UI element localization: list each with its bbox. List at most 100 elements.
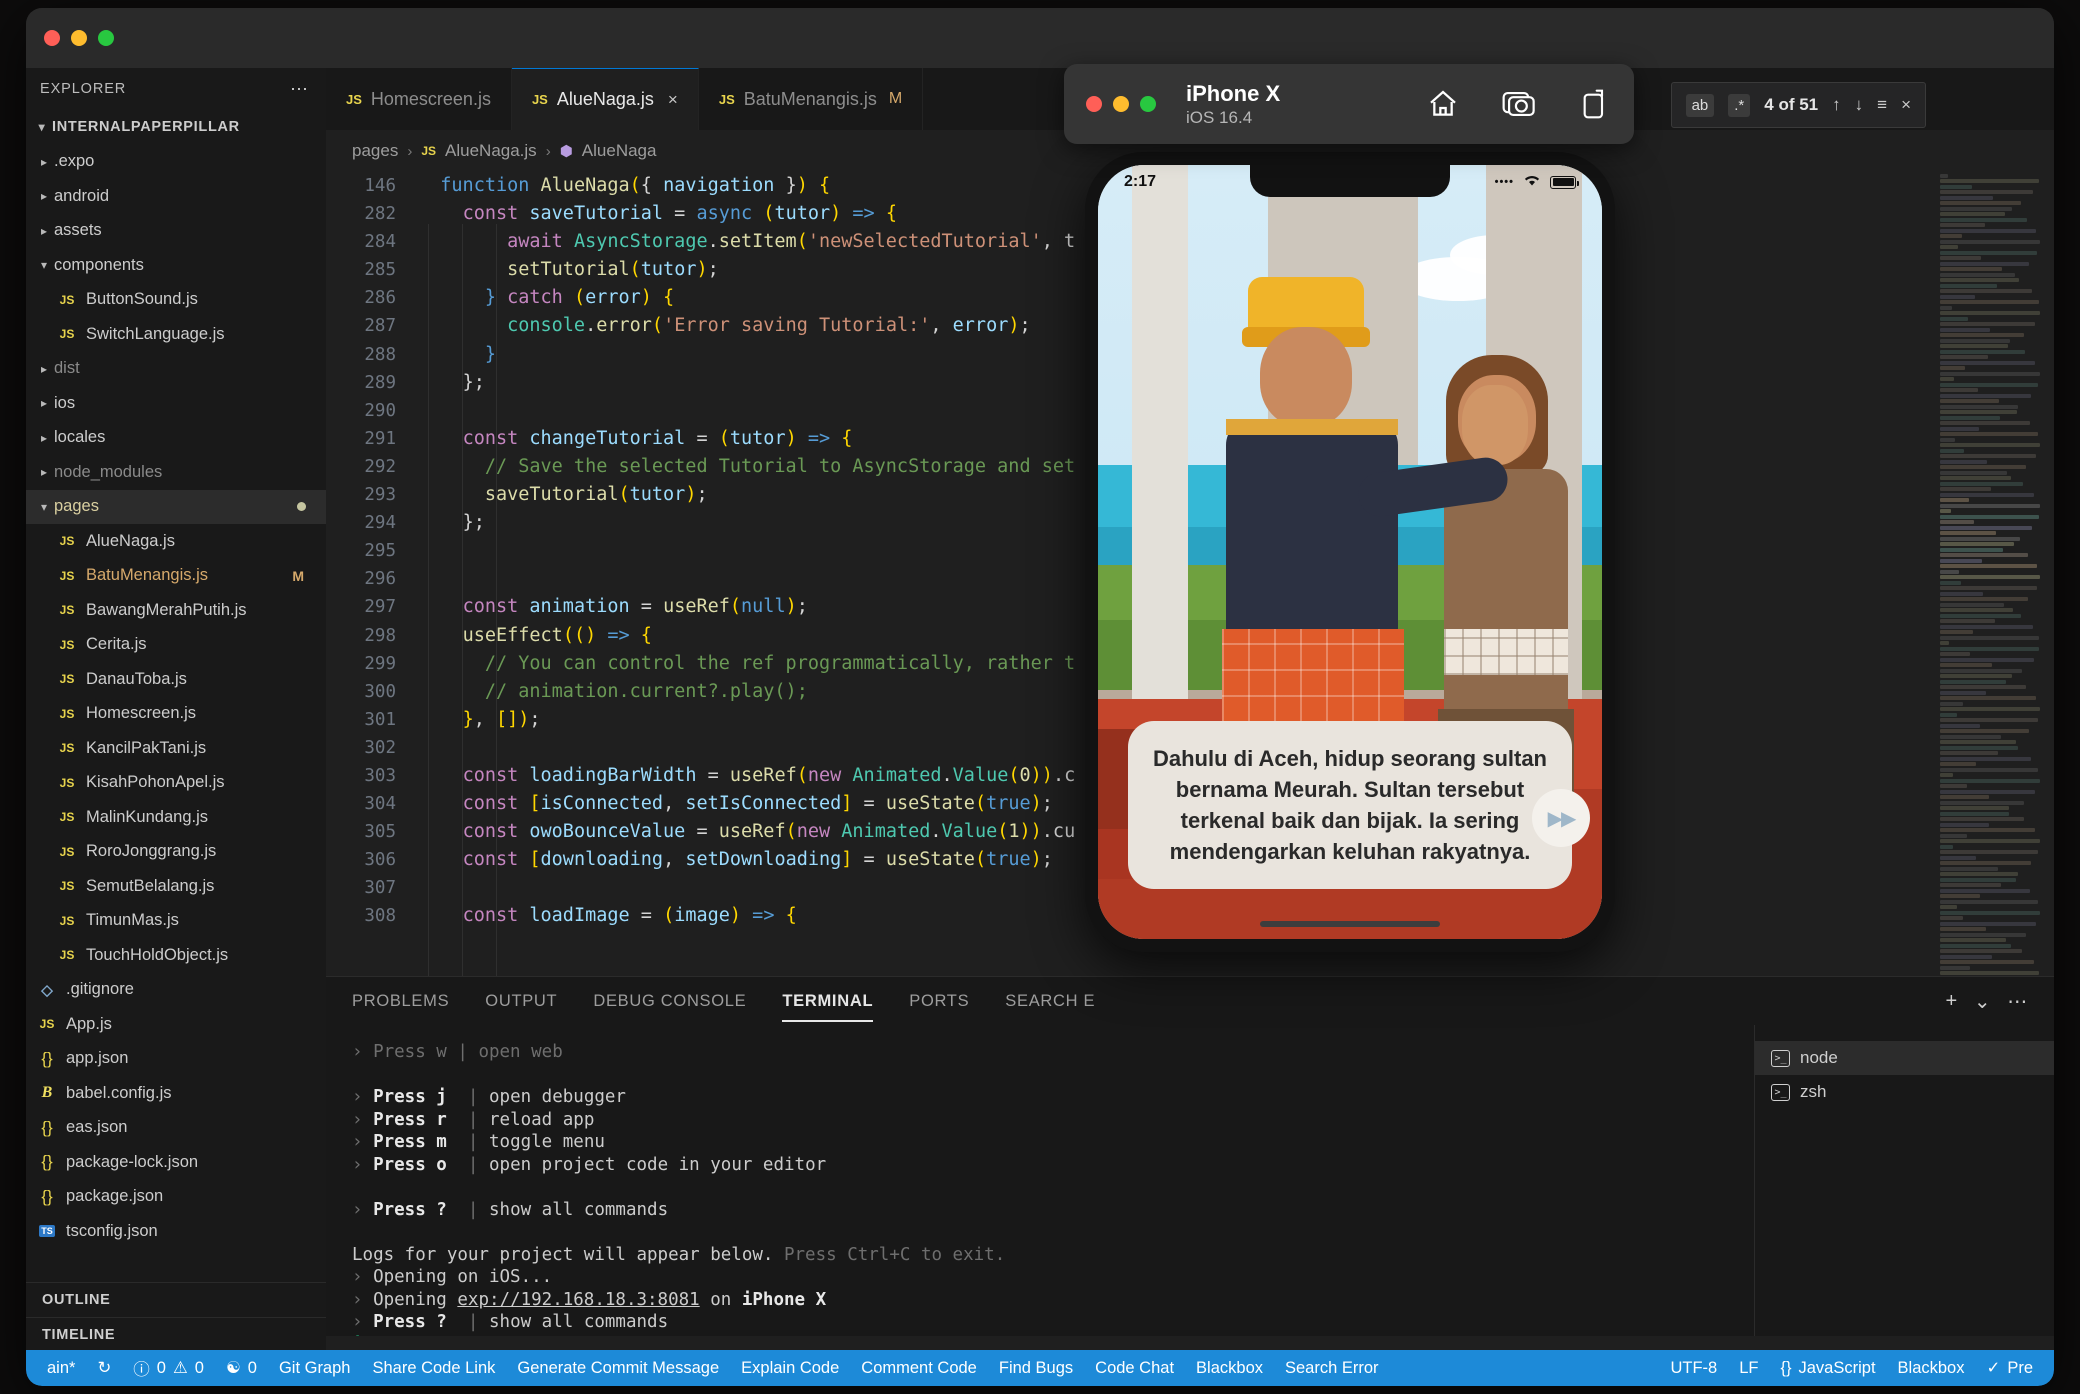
tree-folder-pages[interactable]: pages	[26, 489, 326, 524]
chevron-down-icon[interactable]	[32, 120, 52, 134]
simulator-zoom-button[interactable]	[1140, 96, 1156, 112]
tree-file-TimunMas.js[interactable]: JS TimunMas.js	[26, 904, 326, 939]
tree-file-KancilPakTani.js[interactable]: JS KancilPakTani.js	[26, 731, 326, 766]
close-find-icon[interactable]: ×	[1901, 95, 1911, 115]
tree-folder-ios[interactable]: ios	[26, 386, 326, 421]
tree-file-package-lock.json[interactable]: {} package-lock.json	[26, 1145, 326, 1180]
simulator-close-button[interactable]	[1086, 96, 1102, 112]
panel-tab-problems[interactable]: PROBLEMS	[352, 992, 449, 1011]
iphone-simulator[interactable]: 2:17 •••• Dahulu di Aceh, hidup seorang …	[1085, 152, 1615, 952]
tree-folder-locales[interactable]: locales	[26, 421, 326, 456]
status-branch[interactable]: ain*	[36, 1359, 86, 1378]
breadcrumb-symbol[interactable]: AlueNaga	[582, 141, 657, 161]
tree-file-eas.json[interactable]: {} eas.json	[26, 1111, 326, 1146]
simulator-toolbar[interactable]	[1426, 88, 1608, 120]
chevron-right-icon[interactable]	[34, 431, 54, 445]
status-action-blackbox[interactable]: Blackbox	[1185, 1359, 1274, 1378]
tree-folder-android[interactable]: android	[26, 179, 326, 214]
screenshot-icon[interactable]	[1502, 89, 1538, 119]
tree-file-DanauToba.js[interactable]: JS DanauToba.js	[26, 662, 326, 697]
tree-file-SwitchLanguage.js[interactable]: JS SwitchLanguage.js	[26, 317, 326, 352]
tree-file-AlueNaga.js[interactable]: JS AlueNaga.js	[26, 524, 326, 559]
find-previous-icon[interactable]: ↑	[1832, 95, 1841, 115]
chevron-down-icon[interactable]	[34, 258, 54, 272]
status-action-find-bugs[interactable]: Find Bugs	[988, 1359, 1084, 1378]
match-case-icon[interactable]: ab	[1685, 93, 1715, 117]
tree-file-App.js[interactable]: JS App.js	[26, 1007, 326, 1042]
panel-tab-ports[interactable]: PORTS	[909, 992, 969, 1011]
minimize-button[interactable]	[71, 30, 87, 46]
tree-folder-assets[interactable]: assets	[26, 214, 326, 249]
panel-more-icon[interactable]: ⋯	[2007, 989, 2028, 1014]
find-in-selection-icon[interactable]: ≡	[1877, 95, 1887, 115]
status-action-comment-code[interactable]: Comment Code	[850, 1359, 988, 1378]
tree-file-app.json[interactable]: {} app.json	[26, 1042, 326, 1077]
chevron-right-icon[interactable]	[34, 362, 54, 376]
status-errors[interactable]: ⓘ 0 ⚠ 0	[122, 1356, 215, 1380]
tree-file-RoroJonggrang.js[interactable]: JS RoroJonggrang.js	[26, 835, 326, 870]
rotate-icon[interactable]	[1580, 88, 1608, 120]
tree-file-babel.config.js[interactable]: Bbabel.config.js	[26, 1076, 326, 1111]
tree-folder-node_modules[interactable]: node_modules	[26, 455, 326, 490]
status-right-utf-8[interactable]: UTF-8	[1659, 1358, 1728, 1378]
next-button[interactable]: ▶▶	[1532, 789, 1590, 847]
terminal-list-item-node[interactable]: >_ node	[1755, 1041, 2054, 1075]
chevron-right-icon[interactable]	[34, 396, 54, 410]
find-widget[interactable]: ab .* 4 of 51 ↑ ↓ ≡ ×	[1670, 82, 1926, 128]
status-right-blackbox[interactable]: Blackbox	[1887, 1358, 1976, 1378]
tree-file-BatuMenangis.js[interactable]: JS BatuMenangis.js M	[26, 559, 326, 594]
editor-tab-AlueNaga.js[interactable]: JS AlueNaga.js ×	[511, 68, 699, 130]
panel-tab-debug-console[interactable]: DEBUG CONSOLE	[593, 992, 746, 1011]
chevron-right-icon[interactable]	[34, 224, 54, 238]
terminal-output[interactable]: › Press w | open web › Press j | open de…	[326, 1025, 1754, 1336]
tree-folder-.expo[interactable]: .expo	[26, 145, 326, 180]
tree-root[interactable]: INTERNALPAPERPILLAR	[26, 110, 326, 145]
chevron-down-icon[interactable]: ⌄	[1974, 989, 1991, 1014]
simulator-minimize-button[interactable]	[1113, 96, 1129, 112]
simulator-window-controls[interactable]	[1086, 96, 1156, 112]
tree-file-ButtonSound.js[interactable]: JS ButtonSound.js	[26, 283, 326, 318]
terminal-list[interactable]: >_ node >_ zsh	[1754, 1025, 2054, 1336]
chevron-right-icon[interactable]	[34, 155, 54, 169]
status-action-generate-commit-message[interactable]: Generate Commit Message	[506, 1359, 730, 1378]
terminal-list-item-zsh[interactable]: >_ zsh	[1755, 1075, 2054, 1109]
status-action-explain-code[interactable]: Explain Code	[730, 1359, 850, 1378]
ellipsis-icon[interactable]: ⋯	[290, 80, 310, 98]
tree-file-MalinKundang.js[interactable]: JS MalinKundang.js	[26, 800, 326, 835]
outline-section[interactable]: OUTLINE	[26, 1282, 326, 1317]
status-action-code-chat[interactable]: Code Chat	[1084, 1359, 1185, 1378]
status-action-search-error[interactable]: Search Error	[1274, 1359, 1390, 1378]
panel-tabs[interactable]: PROBLEMS OUTPUT DEBUG CONSOLE TERMINAL PORTS…	[326, 977, 2054, 1025]
tree-file-BawangMerahPutih.js[interactable]: JS BawangMerahPutih.js	[26, 593, 326, 628]
file-tree[interactable]: INTERNALPAPERPILLAR .expo android assets com…	[26, 110, 326, 1249]
phone-screen[interactable]: 2:17 •••• Dahulu di Aceh, hidup seorang …	[1098, 165, 1602, 939]
chevron-right-icon[interactable]	[34, 465, 54, 479]
status-action-git-graph[interactable]: Git Graph	[268, 1359, 362, 1378]
status-right-lf[interactable]: LF	[1728, 1358, 1769, 1378]
tree-folder-dist[interactable]: dist	[26, 352, 326, 387]
tree-file-Homescreen.js[interactable]: JS Homescreen.js	[26, 697, 326, 732]
close-tab-icon[interactable]: ×	[668, 90, 678, 110]
status-right-pre[interactable]: ✓ Pre	[1975, 1358, 2044, 1378]
tree-file-KisahPohonApel.js[interactable]: JS KisahPohonApel.js	[26, 766, 326, 801]
panel-tab-terminal[interactable]: TERMINAL	[782, 992, 874, 1022]
sync-icon[interactable]: ↻	[86, 1358, 122, 1378]
tree-file-TouchHoldObject.js[interactable]: JS TouchHoldObject.js	[26, 938, 326, 973]
regex-icon[interactable]: .*	[1728, 93, 1751, 117]
panel-tab-search-e[interactable]: SEARCH E	[1005, 992, 1095, 1011]
status-right-javascript[interactable]: {} JavaScript	[1769, 1358, 1886, 1378]
chevron-down-icon[interactable]	[34, 500, 54, 514]
editor-tab-Homescreen.js[interactable]: JS Homescreen.js	[326, 68, 512, 130]
minimap[interactable]	[1934, 172, 2054, 976]
window-controls[interactable]	[44, 30, 114, 46]
panel-actions[interactable]: + ⌄ ⋯	[1945, 989, 2028, 1014]
tree-file-.gitignore[interactable]: ◇ .gitignore	[26, 973, 326, 1008]
chevron-right-icon[interactable]	[34, 189, 54, 203]
status-ports[interactable]: ☯ 0	[215, 1358, 268, 1378]
find-next-icon[interactable]: ↓	[1855, 95, 1864, 115]
panel-tab-output[interactable]: OUTPUT	[485, 992, 557, 1011]
breadcrumb-folder[interactable]: pages	[352, 141, 398, 161]
tree-file-package.json[interactable]: {} package.json	[26, 1180, 326, 1215]
close-button[interactable]	[44, 30, 60, 46]
tree-file-tsconfig.json[interactable]: TS tsconfig.json	[26, 1214, 326, 1249]
